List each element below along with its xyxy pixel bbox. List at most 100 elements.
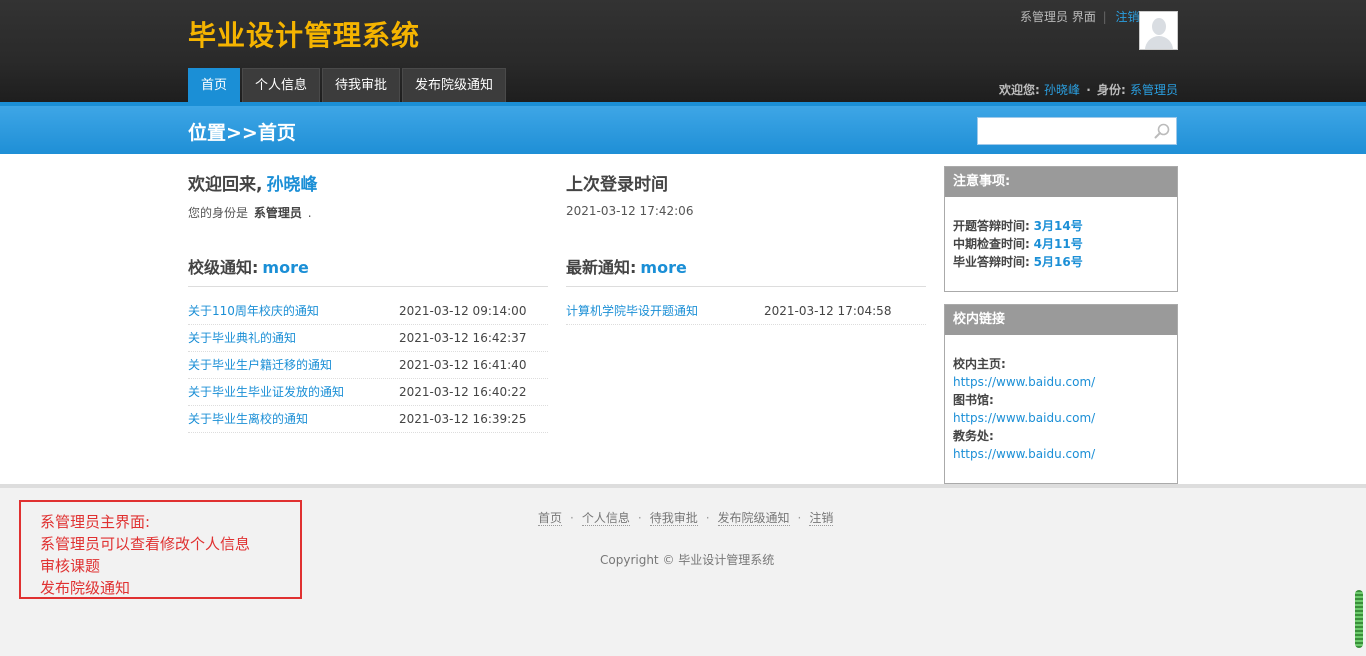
notes-box-body: 开题答辩时间: 3月14号 中期检查时间: 4月11号 毕业答辩时间: 5月16… [945,197,1177,279]
footer-separator: · [570,511,574,525]
divider [566,286,926,287]
footer-link-approvals[interactable]: 待我审批 [649,511,698,526]
nav-tab-home[interactable]: 首页 [188,68,241,102]
note-item: 开题答辩时间: 3月14号 [953,217,1169,235]
header: 毕业设计管理系统 首页 个人信息 待我审批 发布院级通知 系管理员 界面 | 注… [0,0,1366,102]
welcome-heading: 欢迎回来, 孙晓峰 [188,170,317,195]
note-item: 中期检查时间: 4月11号 [953,235,1169,253]
annotation-line: 发布院级通知 [40,579,131,597]
footer-link-profile[interactable]: 个人信息 [581,511,630,526]
logout-link[interactable]: 注销 [1116,10,1140,24]
notice-date: 2021-03-12 16:42:37 [399,331,527,345]
notice-link[interactable]: 关于毕业生毕业证发放的通知 [188,379,344,405]
list-item: 计算机学院毕设开题通知 2021-03-12 17:04:58 [566,298,926,325]
location-bar: 位置>>首页 [0,106,1366,154]
school-notices-more-link[interactable]: more [262,258,308,277]
list-item: 关于毕业生户籍迁移的通知 2021-03-12 16:41:40 [188,352,548,379]
identity-label: 身份: [1096,83,1126,97]
avatar-body-icon [1145,36,1173,49]
note-value: 5月16号 [1033,255,1083,269]
search-icon[interactable] [1154,123,1170,139]
latest-notices-list: 计算机学院毕设开题通知 2021-03-12 17:04:58 [566,298,926,325]
latest-notices-more-link[interactable]: more [640,258,686,277]
school-notices-heading: 校级通知: more [188,254,309,278]
footer-link-logout[interactable]: 注销 [809,511,834,526]
avatar[interactable] [1139,11,1178,50]
academic-office-link[interactable]: https://www.baidu.com/ [953,447,1095,461]
note-label: 毕业答辩时间: [953,255,1030,269]
note-item: 毕业答辩时间: 5月16号 [953,253,1169,271]
scrollbar-thumb[interactable] [1355,590,1363,648]
footer-separator: · [705,511,710,525]
welcome-text: 欢迎回来, [188,175,263,195]
homepage-link[interactable]: https://www.baidu.com/ [953,375,1095,389]
notice-date: 2021-03-12 16:39:25 [399,412,527,426]
links-box-title: 校内链接 [945,305,1177,335]
latest-notices-heading: 最新通知: more [566,254,687,278]
list-item: 关于毕业生毕业证发放的通知 2021-03-12 16:40:22 [188,379,548,406]
link-label: 图书馆: [953,393,994,407]
breadcrumb: 位置>>首页 [188,122,296,144]
last-login-heading: 上次登录时间 [566,175,668,195]
search-box [977,117,1177,145]
notice-date: 2021-03-12 16:41:40 [399,358,527,372]
note-value: 3月14号 [1033,219,1083,233]
footer-separator: · [797,511,802,525]
notes-box: 注意事项: 开题答辩时间: 3月14号 中期检查时间: 4月11号 毕业答辩时间… [944,166,1178,292]
role-page-label: 系管理员 界面 [1020,10,1096,24]
nav-tab-publish-notice[interactable]: 发布院级通知 [402,68,507,102]
search-input[interactable] [978,118,1148,144]
list-item: 关于毕业生离校的通知 2021-03-12 16:39:25 [188,406,548,433]
nav-tab-approvals[interactable]: 待我审批 [322,68,401,102]
notice-date: 2021-03-12 16:40:22 [399,385,527,399]
notice-date: 2021-03-12 09:14:00 [399,304,527,318]
identity-link[interactable]: 系管理员 [1130,83,1178,97]
annotation-line: 系管理员可以查看修改个人信息 [40,535,251,553]
role-suffix: . [307,206,312,220]
notice-date: 2021-03-12 17:04:58 [764,304,892,318]
school-notices-title: 校级通知: [188,258,259,277]
user-info-bar: 欢迎您: 孙晓峰 · 身份: 系管理员 [999,83,1178,97]
footer-link-home[interactable]: 首页 [538,511,563,526]
notice-link[interactable]: 计算机学院毕设开题通知 [566,298,698,324]
annotation-line: 审核课题 [40,557,101,575]
username-link[interactable]: 孙晓峰 [1044,83,1080,97]
avatar-head-icon [1152,18,1166,35]
nav-tab-profile[interactable]: 个人信息 [242,68,321,102]
main-nav: 首页 个人信息 待我审批 发布院级通知 [188,68,507,102]
footer-link-publish-notice[interactable]: 发布院级通知 [717,511,790,526]
note-label: 中期检查时间: [953,237,1030,251]
link-label: 教务处: [953,429,994,443]
footer-divider [0,484,1366,488]
links-box-body: 校内主页: https://www.baidu.com/ 图书馆: https:… [945,335,1177,471]
footer-separator: · [637,511,642,525]
divider [188,286,548,287]
school-notices-list: 关于110周年校庆的通知 2021-03-12 09:14:00 关于毕业典礼的… [188,298,548,433]
role-prefix: 您的身份是 [188,206,249,220]
annotation-box: 系管理员主界面: 系管理员可以查看修改个人信息 审核课题 发布院级通知 [19,500,302,599]
note-label: 开题答辩时间: [953,219,1030,233]
notice-link[interactable]: 关于毕业生离校的通知 [188,406,308,432]
list-item: 关于110周年校庆的通知 2021-03-12 09:14:00 [188,298,548,325]
site-title: 毕业设计管理系统 [188,19,421,52]
role-value: 系管理员 [253,206,302,220]
welcome-name: 孙晓峰 [266,175,318,195]
notes-box-title: 注意事项: [945,167,1177,197]
note-value: 4月11号 [1033,237,1083,251]
notice-link[interactable]: 关于毕业典礼的通知 [188,325,296,351]
link-label: 校内主页: [953,357,1006,371]
links-box: 校内链接 校内主页: https://www.baidu.com/ 图书馆: h… [944,304,1178,484]
list-item: 关于毕业典礼的通知 2021-03-12 16:42:37 [188,325,548,352]
annotation-line: 系管理员主界面: [40,513,151,531]
main-content: 欢迎回来, 孙晓峰 您的身份是 系管理员 . 上次登录时间 2021-03-12 … [0,154,1366,484]
last-login-time: 2021-03-12 17:42:06 [566,204,694,218]
notice-link[interactable]: 关于毕业生户籍迁移的通知 [188,352,332,378]
latest-notices-title: 最新通知: [566,258,637,277]
notice-link[interactable]: 关于110周年校庆的通知 [188,298,319,324]
role-line: 您的身份是 系管理员 . [188,204,312,221]
footer-nav: 首页 · 个人信息 · 待我审批 · 发布院级通知 · 注销 [538,509,834,526]
top-right-bar: 系管理员 界面 | 注销 [1020,10,1140,24]
copyright: Copyright © 毕业设计管理系统 [600,553,775,567]
welcome-label: 欢迎您: [999,83,1040,97]
library-link[interactable]: https://www.baidu.com/ [953,411,1095,425]
